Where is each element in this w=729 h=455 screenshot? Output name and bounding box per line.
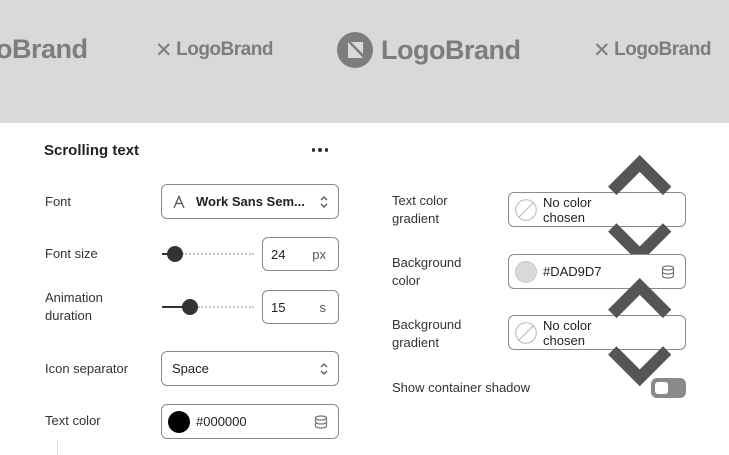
logo-brand: ✕ LogoBrand <box>593 38 711 62</box>
text-color-label: Text color <box>45 413 101 428</box>
background-gradient-select[interactable]: No color chosen <box>508 278 686 387</box>
icon-separator-label: Icon separator <box>45 361 129 376</box>
logo-text: LogoBrand <box>614 39 711 60</box>
font-type-icon <box>173 194 185 208</box>
slider-thumb[interactable] <box>167 246 183 262</box>
text-color-gradient-select[interactable]: No color chosen <box>508 155 686 264</box>
text-color-gradient-label: Text color gradient <box>392 193 448 226</box>
database-icon[interactable] <box>314 415 328 429</box>
panel-title: Scrolling text <box>44 142 140 159</box>
animation-duration-unit: s <box>319 300 327 315</box>
divider <box>57 440 58 455</box>
animation-duration-label: Animation duration <box>45 290 103 323</box>
logo-brand: oBrand <box>0 29 88 69</box>
logo-brand: LogoBrand <box>337 30 521 70</box>
icon-separator-value: Space <box>172 361 209 376</box>
font-size-slider[interactable] <box>162 246 254 262</box>
text-color-value: #000000 <box>196 414 247 429</box>
font-size-input[interactable]: 24 px <box>262 237 339 271</box>
color-swatch <box>515 260 537 283</box>
animation-duration-value: 15 <box>271 299 286 315</box>
more-horizontal-icon <box>311 148 316 152</box>
text-color-gradient-value: No color chosen <box>543 194 592 225</box>
animation-duration-input[interactable]: 15 s <box>262 290 339 324</box>
x-separator-icon: ✕ <box>593 38 611 62</box>
chevron-up-down-icon <box>320 196 328 208</box>
x-separator-icon: ✕ <box>155 38 173 62</box>
animation-duration-slider[interactable] <box>162 299 254 315</box>
icon-separator-select[interactable]: Space <box>161 351 339 386</box>
scrolling-text-preview: oBrand ✕ LogoBrand LogoBrand ✕ LogoBrand <box>0 0 729 123</box>
font-size-value: 24 <box>271 246 286 262</box>
font-select-value: Work Sans Sem... <box>196 194 305 209</box>
color-swatch <box>168 410 190 433</box>
container-shadow-toggle[interactable] <box>651 378 686 398</box>
font-size-label: Font size <box>45 246 98 261</box>
logo-text: LogoBrand <box>176 39 273 60</box>
no-color-icon <box>515 198 537 221</box>
chevron-up-down-icon <box>320 363 328 375</box>
logo-brand: ✕ LogoBrand <box>155 38 273 62</box>
logo-text: LogoBrand <box>381 34 521 65</box>
toggle-knob <box>655 382 668 394</box>
more-options-button[interactable] <box>308 140 332 160</box>
logo-text: oBrand <box>0 33 88 64</box>
font-label: Font <box>45 194 72 209</box>
slider-thumb[interactable] <box>182 299 198 315</box>
no-color-icon <box>515 321 537 344</box>
text-color-picker[interactable]: #000000 <box>161 404 339 439</box>
background-gradient-value: No color chosen <box>543 317 592 348</box>
logo-mark-icon <box>337 32 373 68</box>
font-select[interactable]: Work Sans Sem... <box>161 184 339 219</box>
container-shadow-label: Show container shadow <box>392 380 531 395</box>
background-color-label: Background color <box>392 255 462 288</box>
font-size-unit: px <box>312 247 326 262</box>
background-gradient-label: Background gradient <box>392 317 462 350</box>
